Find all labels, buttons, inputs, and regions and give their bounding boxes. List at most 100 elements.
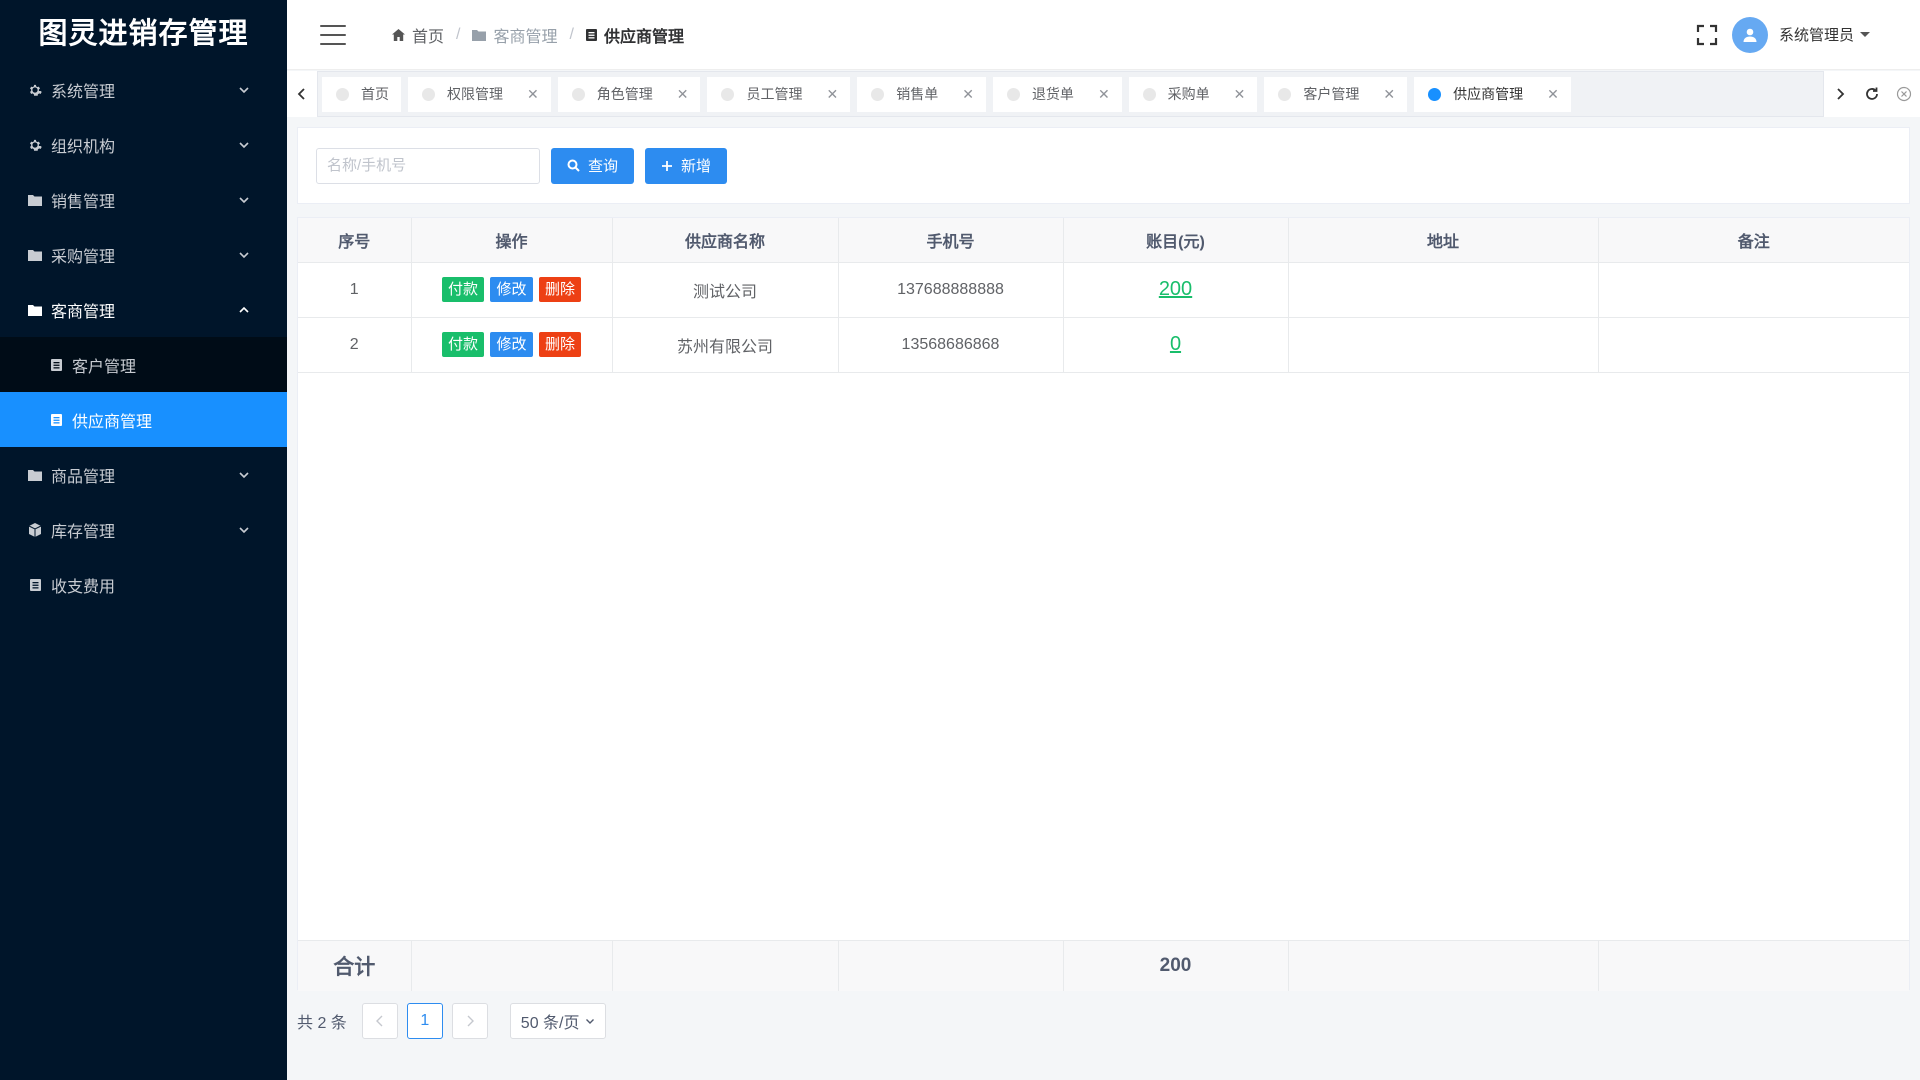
tab-home[interactable]: 首页: [322, 76, 401, 112]
delete-button[interactable]: 删除: [538, 332, 581, 357]
summary-total: 200: [1063, 941, 1289, 991]
tabs-bar: 首页 权限管理 ✕ 角色管理 ✕ 员工管理 ✕ 销售单 ✕ 退货单 ✕ 采购单 …: [287, 71, 1920, 117]
close-icon[interactable]: ✕: [1547, 87, 1559, 101]
summary-cell: [1598, 941, 1909, 991]
close-circle-icon: [1896, 86, 1912, 102]
tab-dot: [422, 87, 435, 101]
tabs-scroll-left-button[interactable]: [287, 71, 317, 117]
refresh-icon: [1866, 87, 1878, 100]
sidebar-item-products[interactable]: 商品管理: [0, 447, 287, 502]
table-header-row: 序号 操作 供应商名称 手机号 账目(元) 地址 备注: [298, 218, 1909, 263]
close-icon[interactable]: ✕: [826, 87, 838, 101]
add-button[interactable]: 新增: [645, 147, 728, 184]
refresh-button[interactable]: [1856, 71, 1888, 117]
header-right: 系统管理员: [1696, 16, 1870, 53]
next-page-button[interactable]: [451, 1003, 488, 1039]
prev-page-button[interactable]: [361, 1003, 398, 1039]
sidebar-item-organization[interactable]: 组织机构: [0, 117, 287, 172]
tab-customers[interactable]: 客户管理 ✕: [1264, 76, 1408, 112]
pay-button[interactable]: 付款: [442, 332, 485, 357]
amount-link[interactable]: 0: [1170, 333, 1181, 355]
avatar[interactable]: [1731, 16, 1768, 53]
fullscreen-icon[interactable]: [1696, 24, 1718, 46]
tab-label: 首页: [361, 86, 389, 102]
breadcrumb-label: 供应商管理: [603, 28, 684, 46]
close-icon[interactable]: ✕: [962, 87, 974, 101]
close-all-tabs-button[interactable]: [1888, 71, 1920, 117]
pagination: 共 2 条 1 50 条/页: [297, 1003, 606, 1039]
page-number-button[interactable]: 1: [406, 1003, 443, 1039]
folder-icon: [27, 467, 43, 483]
edit-button[interactable]: 修改: [490, 332, 533, 357]
supplier-amount-cell: 0: [1063, 317, 1289, 373]
tab-label: 退货单: [1031, 86, 1074, 102]
supplier-remark: [1598, 317, 1909, 373]
page-size-select[interactable]: 50 条/页: [509, 1003, 606, 1039]
tab-label: 供应商管理: [1453, 86, 1524, 102]
close-icon[interactable]: ✕: [1098, 87, 1110, 101]
chevron-up-icon: [237, 303, 251, 317]
tab-dot: [571, 87, 585, 101]
chevron-left-icon: [297, 88, 305, 100]
sidebar-item-purchase[interactable]: 采购管理: [0, 227, 287, 282]
edit-button[interactable]: 修改: [490, 277, 533, 302]
page-size-label: 50 条/页: [520, 1015, 580, 1032]
tab-employees[interactable]: 员工管理 ✕: [707, 76, 851, 112]
chevron-down-icon: [585, 1016, 595, 1026]
top-header: 首页 / 客商管理 / 供应商管理 系统管理员: [287, 0, 1920, 70]
pay-button[interactable]: 付款: [442, 277, 485, 302]
supplier-address: [1288, 317, 1599, 373]
close-icon[interactable]: ✕: [677, 87, 689, 101]
chevron-right-icon: [1837, 88, 1845, 100]
sidebar-item-sales[interactable]: 销售管理: [0, 172, 287, 227]
tab-roles[interactable]: 角色管理 ✕: [557, 76, 701, 112]
user-menu[interactable]: 系统管理员: [1779, 24, 1870, 45]
tab-dot: [1278, 87, 1292, 101]
tab-dot: [871, 87, 885, 101]
sidebar-item-customers[interactable]: 客户管理: [0, 337, 287, 392]
document-icon: [49, 358, 63, 372]
tab-sales-orders[interactable]: 销售单 ✕: [857, 76, 986, 112]
breadcrumb-home[interactable]: 首页: [392, 23, 444, 47]
column-header: 序号: [298, 218, 412, 263]
pagination-total: 共 2 条: [297, 1015, 347, 1032]
breadcrumb-current: 供应商管理: [585, 23, 684, 47]
close-icon[interactable]: ✕: [1383, 87, 1395, 101]
user-icon: [1743, 28, 1757, 42]
supplier-address: [1288, 262, 1599, 318]
sidebar-item-expenses[interactable]: 收支费用: [0, 557, 287, 612]
row-actions: 付款 修改 删除: [411, 262, 613, 318]
tab-label: 客户管理: [1303, 86, 1360, 102]
folder-icon: [27, 302, 43, 318]
amount-link[interactable]: 200: [1159, 278, 1192, 300]
query-button[interactable]: 查询: [551, 147, 635, 184]
menu-toggle-icon[interactable]: [320, 24, 346, 45]
tab-permissions[interactable]: 权限管理 ✕: [408, 76, 551, 112]
chevron-down-icon: [237, 83, 251, 97]
search-icon: [567, 159, 580, 172]
supplier-table: 序号 操作 供应商名称 手机号 账目(元) 地址 备注 1 付款 修改 删除 测…: [297, 217, 1910, 991]
breadcrumb-partners[interactable]: 客商管理: [472, 23, 557, 47]
row-index: 2: [298, 317, 412, 373]
sidebar-item-label: 商品管理: [51, 468, 116, 486]
chevron-down-icon: [237, 523, 251, 537]
column-header: 备注: [1598, 218, 1909, 263]
sidebar-item-label: 客商管理: [51, 303, 116, 321]
close-icon[interactable]: ✕: [527, 87, 539, 101]
document-icon: [585, 28, 597, 41]
search-input[interactable]: [316, 147, 540, 184]
summary-cell: [838, 941, 1064, 991]
tab-returns[interactable]: 退货单 ✕: [992, 76, 1122, 112]
tab-purchase-orders[interactable]: 采购单 ✕: [1128, 76, 1258, 112]
sidebar-item-partners[interactable]: 客商管理: [0, 282, 287, 337]
column-header: 供应商名称: [612, 218, 839, 263]
delete-button[interactable]: 删除: [538, 277, 581, 302]
close-icon[interactable]: ✕: [1234, 87, 1246, 101]
tab-suppliers[interactable]: 供应商管理 ✕: [1414, 76, 1571, 112]
tabs-scroll-right-button[interactable]: [1824, 71, 1856, 117]
sidebar-item-inventory[interactable]: 库存管理: [0, 502, 287, 557]
sidebar-item-system[interactable]: 系统管理: [0, 62, 287, 117]
tab-label: 权限管理: [447, 86, 503, 102]
sidebar-item-suppliers[interactable]: 供应商管理: [0, 392, 287, 447]
breadcrumb-label: 客商管理: [493, 28, 558, 46]
